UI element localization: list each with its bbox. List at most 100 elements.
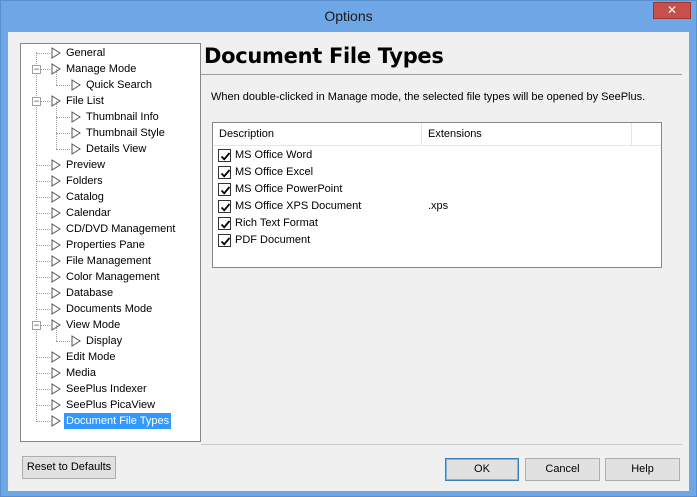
- page-triangle-icon: [51, 383, 61, 395]
- checkmark-icon: [220, 203, 231, 212]
- row-checkbox[interactable]: [218, 234, 231, 247]
- tree-item-edit-mode[interactable]: Edit Mode: [21, 349, 200, 365]
- cancel-button[interactable]: Cancel: [525, 458, 600, 481]
- tree-item-media[interactable]: Media: [21, 365, 200, 381]
- tree-guide-line: [56, 325, 57, 341]
- tree-item-label: Manage Mode: [66, 63, 137, 75]
- tree-item-label: Edit Mode: [66, 351, 116, 363]
- options-window: Options ✕ General − Manage Mode Quick Searc…: [0, 0, 697, 497]
- page-triangle-icon: [71, 127, 81, 139]
- tree-guide-line: [36, 181, 50, 182]
- tree-guide-line: [36, 165, 50, 166]
- row-checkbox[interactable]: [218, 149, 231, 162]
- collapse-toggle-icon[interactable]: −: [32, 65, 41, 74]
- tree-guide-line: [36, 245, 50, 246]
- page-triangle-icon: [51, 47, 61, 59]
- table-row[interactable]: Rich Text Format: [213, 215, 661, 232]
- tree-item-label: Quick Search: [86, 79, 153, 91]
- page-triangle-icon: [51, 351, 61, 363]
- tree-item-manage-mode[interactable]: − Manage Mode: [21, 61, 200, 77]
- tree-item-file-list[interactable]: − File List: [21, 93, 200, 109]
- close-icon: ✕: [666, 3, 678, 17]
- tree-guide-line: [36, 389, 50, 390]
- ok-button[interactable]: OK: [445, 458, 519, 481]
- tree-item-label: SeePlus PicaView: [66, 399, 156, 411]
- row-checkbox[interactable]: [218, 200, 231, 213]
- tree-guide-line: [36, 373, 50, 374]
- checkmark-icon: [220, 186, 231, 195]
- table-row[interactable]: MS Office PowerPoint: [213, 181, 661, 198]
- tree-item-file-management[interactable]: File Management: [21, 253, 200, 269]
- column-header-description[interactable]: Description: [213, 123, 422, 146]
- tree-item-general[interactable]: General: [21, 45, 200, 61]
- checkmark-icon: [220, 220, 231, 229]
- tree-item-database[interactable]: Database: [21, 285, 200, 301]
- reset-to-defaults-button[interactable]: Reset to Defaults: [22, 456, 116, 479]
- cell-description: MS Office XPS Document: [235, 200, 362, 212]
- file-types-list[interactable]: Description Extensions MS Office Word MS …: [212, 122, 662, 268]
- tree-item-label: Calendar: [66, 207, 111, 219]
- tree-item-properties-pane[interactable]: Properties Pane: [21, 237, 200, 253]
- tree-item-document-file-types[interactable]: Document File Types: [21, 413, 200, 429]
- tree-item-folders[interactable]: Folders: [21, 173, 200, 189]
- tree-item-cd-dvd-management[interactable]: CD/DVD Management: [21, 221, 200, 237]
- page-description: When double-clicked in Manage mode, the …: [211, 91, 646, 103]
- page-triangle-icon: [51, 399, 61, 411]
- tree-item-label: Details View: [86, 143, 147, 155]
- tree-guide-line: [56, 133, 70, 134]
- title-bar[interactable]: Options ✕: [1, 1, 696, 32]
- tree-guide-line: [36, 213, 50, 214]
- tree-item-quick-search[interactable]: Quick Search: [21, 69, 200, 93]
- tree-item-documents-mode[interactable]: Documents Mode: [21, 301, 200, 317]
- tree-item-display[interactable]: Display: [21, 325, 200, 349]
- close-button[interactable]: ✕: [653, 2, 691, 19]
- tree-item-label: General: [66, 47, 106, 59]
- page-triangle-icon: [51, 287, 61, 299]
- tree-guide-line: [56, 117, 70, 118]
- table-row[interactable]: MS Office Excel: [213, 164, 661, 181]
- table-row[interactable]: MS Office Word: [213, 147, 661, 164]
- cell-description: Rich Text Format: [235, 217, 318, 229]
- page-triangle-icon: [51, 159, 61, 171]
- row-checkbox[interactable]: [218, 166, 231, 179]
- tree-item-label: Properties Pane: [66, 239, 145, 251]
- tree-guide-line: [36, 357, 50, 358]
- row-checkbox[interactable]: [218, 217, 231, 230]
- tree-item-seeplus-indexer[interactable]: SeePlus Indexer: [21, 381, 200, 397]
- tree-item-color-management[interactable]: Color Management: [21, 269, 200, 285]
- row-checkbox[interactable]: [218, 183, 231, 196]
- tree-item-catalog[interactable]: Catalog: [21, 189, 200, 205]
- table-row[interactable]: MS Office XPS Document .xps: [213, 198, 661, 215]
- tree-item-details-view[interactable]: Details View: [21, 133, 200, 157]
- tree-guide-line: [36, 405, 50, 406]
- page-triangle-icon: [51, 239, 61, 251]
- tree-item-thumbnail-style[interactable]: Thumbnail Style: [21, 117, 200, 141]
- bottom-divider: [201, 444, 682, 445]
- tree-item-label: Color Management: [66, 271, 160, 283]
- column-header-extensions[interactable]: Extensions: [422, 123, 632, 146]
- table-row[interactable]: PDF Document: [213, 232, 661, 249]
- title-divider: [201, 74, 682, 75]
- page-triangle-icon: [71, 111, 81, 123]
- tree-guide-line: [36, 229, 50, 230]
- tree-item-thumbnail-info[interactable]: Thumbnail Info: [21, 101, 200, 125]
- tree-item-seeplus-picaview[interactable]: SeePlus PicaView: [21, 397, 200, 413]
- tree-item-view-mode[interactable]: − View Mode: [21, 317, 200, 333]
- tree-guide-line: [36, 53, 50, 54]
- options-tree[interactable]: General − Manage Mode Quick Search − File Lis…: [20, 43, 201, 442]
- page-triangle-icon: [51, 223, 61, 235]
- cell-description: MS Office Word: [235, 149, 313, 161]
- collapse-toggle-icon[interactable]: −: [32, 97, 41, 106]
- collapse-toggle-icon[interactable]: −: [32, 321, 41, 330]
- cell-description: PDF Document: [235, 234, 311, 246]
- page-triangle-icon: [51, 271, 61, 283]
- page-triangle-icon: [71, 143, 81, 155]
- tree-item-preview[interactable]: Preview: [21, 157, 200, 173]
- tree-item-calendar[interactable]: Calendar: [21, 205, 200, 221]
- help-button[interactable]: Help: [605, 458, 680, 481]
- dialog-client-area: General − Manage Mode Quick Search − File Lis…: [8, 32, 689, 491]
- page-triangle-icon: [51, 255, 61, 267]
- window-title: Options: [324, 8, 373, 24]
- list-header: Description Extensions: [213, 123, 661, 146]
- page-triangle-icon: [51, 207, 61, 219]
